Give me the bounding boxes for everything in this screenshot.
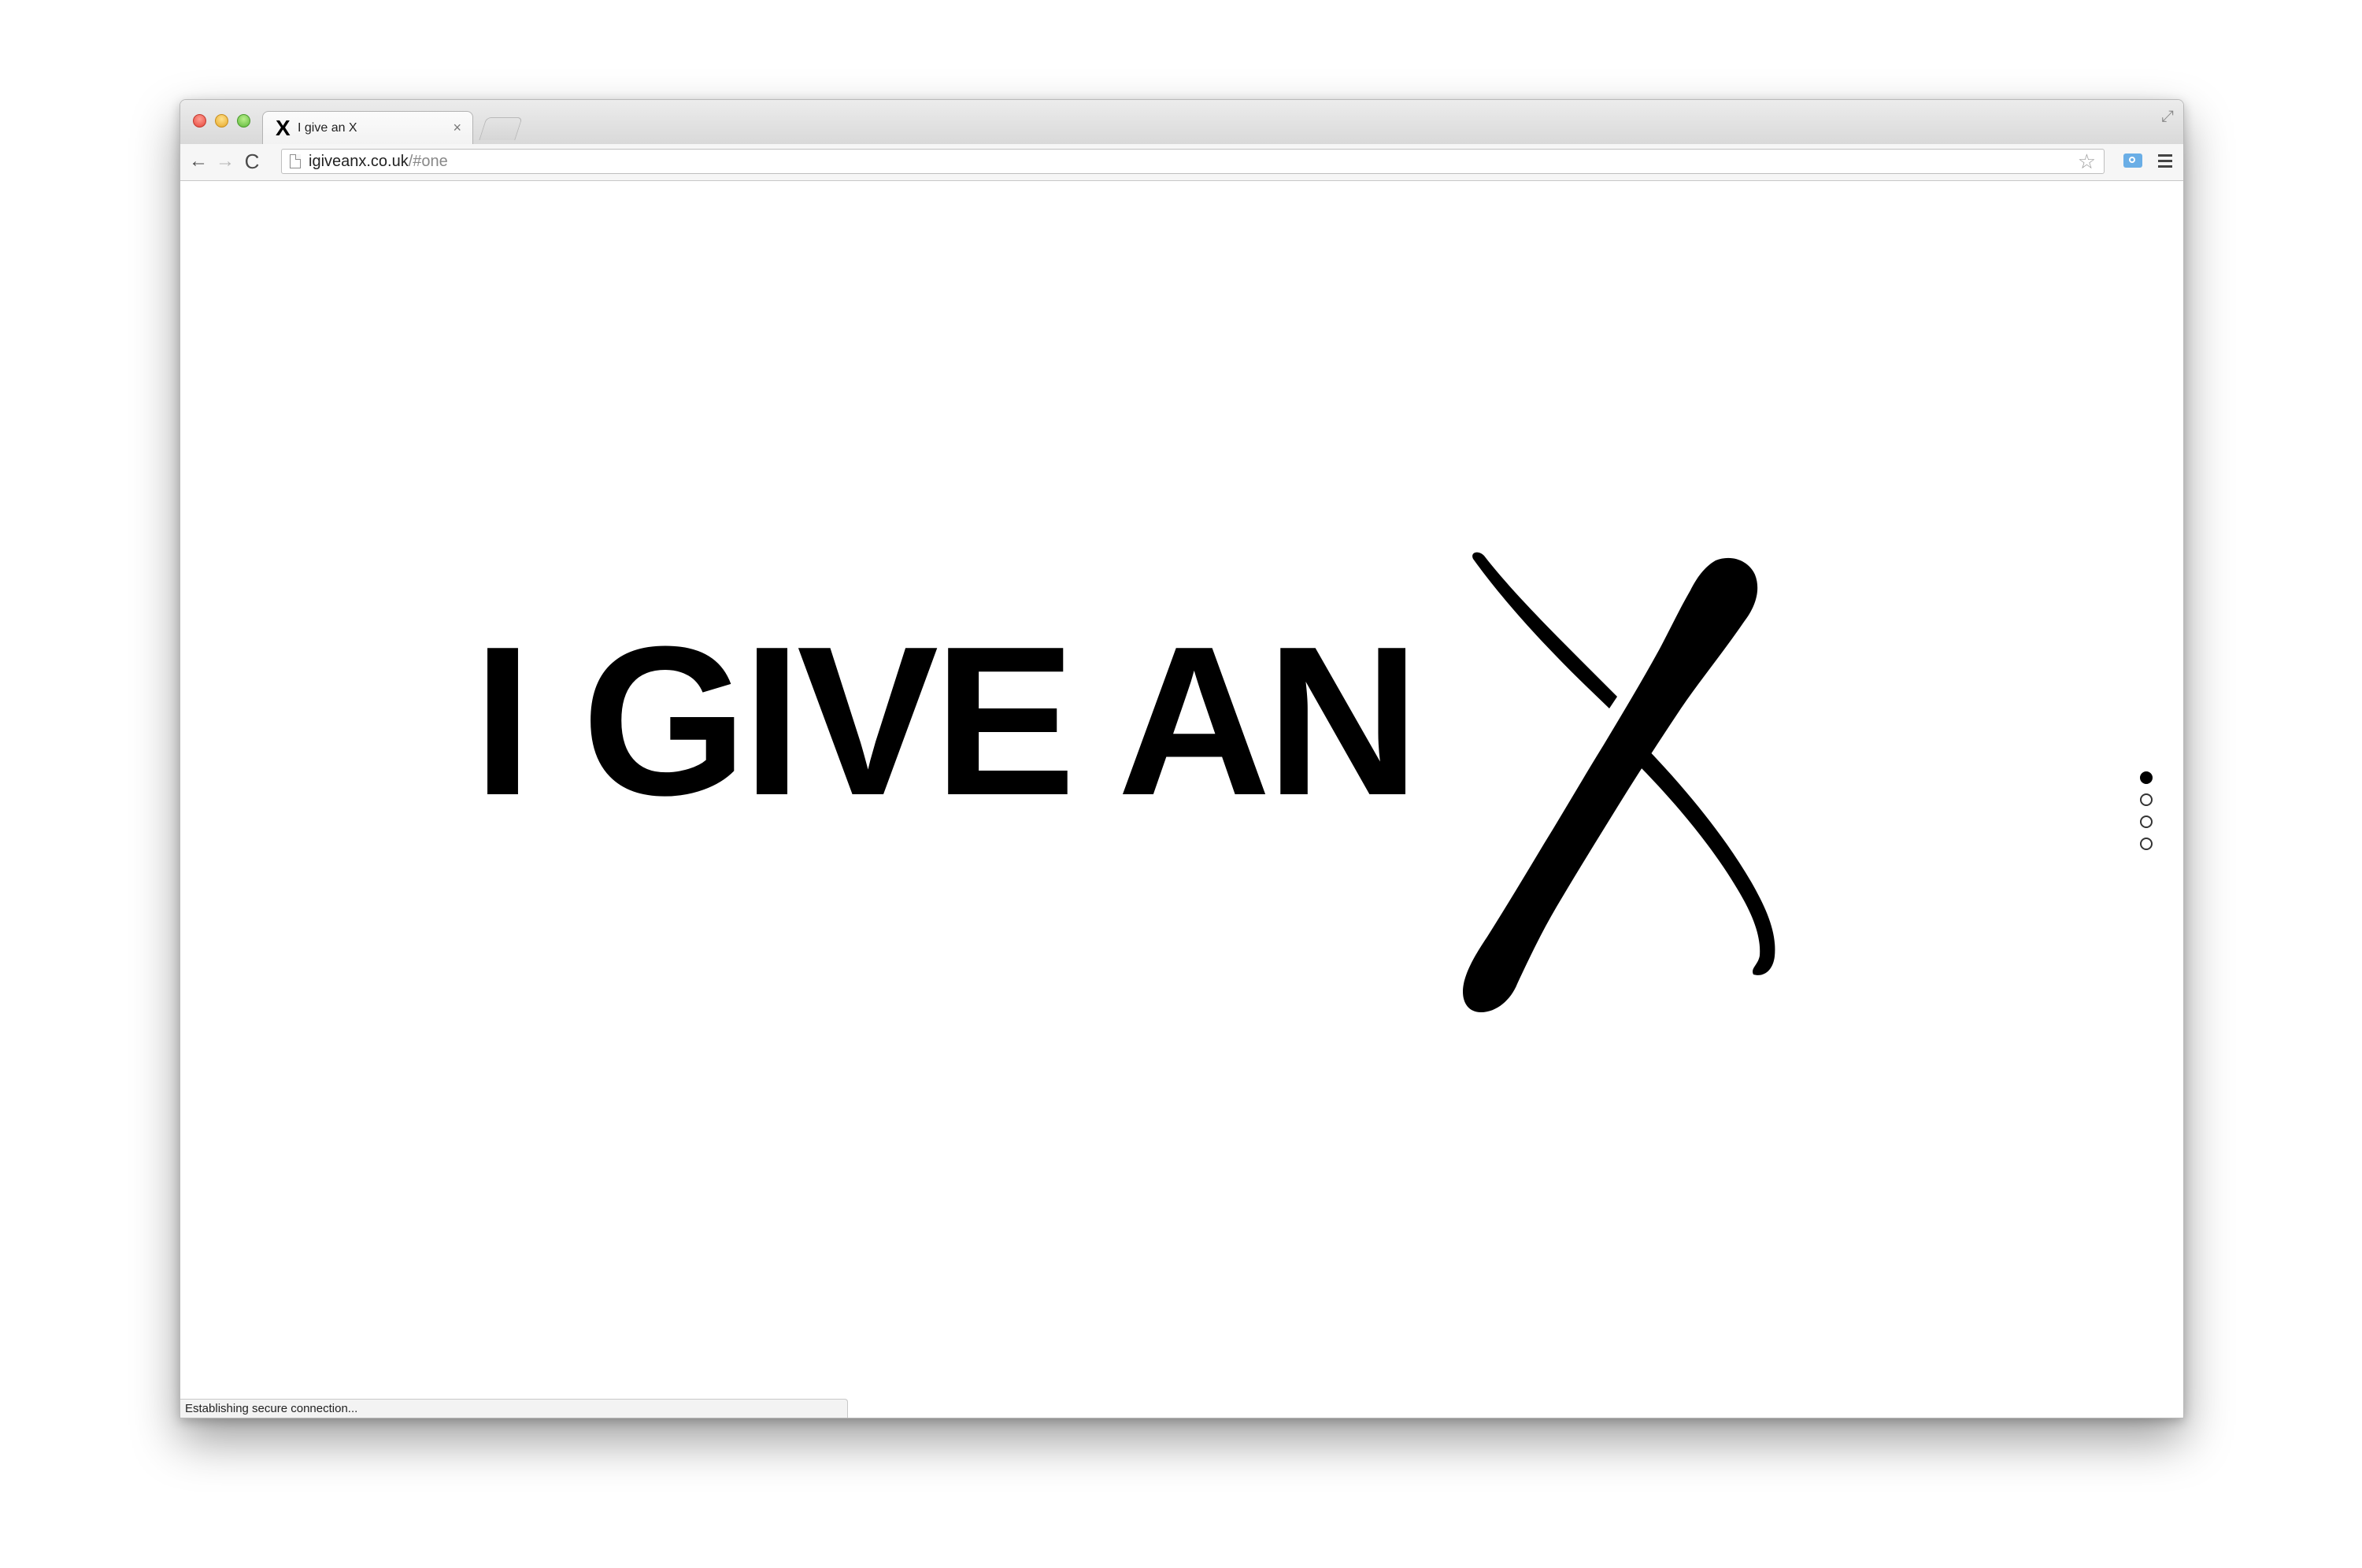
url-path: /#one: [408, 153, 448, 170]
status-bar: Establishing secure connection...: [180, 1399, 848, 1418]
brush-x-tail-stroke: [1635, 746, 1775, 975]
browser-window: X I give an X × ⤢ ← → C igiveanx.co.uk/#…: [180, 99, 2184, 1418]
reload-button[interactable]: C: [240, 149, 264, 174]
camera-extension-icon[interactable]: [2123, 153, 2142, 168]
page-content: I GIVE AN X: [180, 181, 2183, 1418]
section-dot-four[interactable]: [2140, 838, 2153, 850]
url-host: igiveanx.co.uk: [309, 153, 409, 170]
title-bar: X I give an X × ⤢: [180, 100, 2183, 146]
page-icon: [290, 154, 301, 168]
fullscreen-icon[interactable]: ⤢: [2161, 108, 2174, 126]
tab-close-icon[interactable]: ×: [453, 120, 461, 135]
section-nav-dots: [2140, 771, 2156, 860]
new-tab-button[interactable]: [479, 117, 523, 140]
url-text: igiveanx.co.uk/#one: [309, 153, 448, 171]
forward-button[interactable]: →: [213, 149, 237, 174]
bookmark-star-icon[interactable]: ☆: [2078, 150, 2096, 174]
menu-icon[interactable]: [2158, 154, 2172, 168]
browser-toolbar: ← → C igiveanx.co.uk/#one ☆: [180, 144, 2183, 181]
back-button[interactable]: ←: [187, 149, 210, 174]
headline: I GIVE AN: [473, 603, 1420, 840]
minimize-window-button[interactable]: [215, 114, 228, 128]
tab-title: I give an X: [298, 121, 357, 135]
tab-favicon-icon: X: [276, 116, 291, 140]
section-dot-two[interactable]: [2140, 793, 2153, 806]
brush-x-thick-stroke: [1462, 557, 1758, 1012]
address-bar[interactable]: igiveanx.co.uk/#one ☆: [281, 149, 2105, 174]
brush-x-logo: X: [1462, 552, 1775, 1012]
section-dot-three[interactable]: [2140, 815, 2153, 828]
close-window-button[interactable]: [193, 114, 206, 128]
section-dot-one[interactable]: [2140, 771, 2153, 784]
zoom-window-button[interactable]: [237, 114, 250, 128]
brush-x-thin-stroke: [1472, 552, 1617, 708]
browser-tab[interactable]: X I give an X ×: [262, 111, 473, 146]
